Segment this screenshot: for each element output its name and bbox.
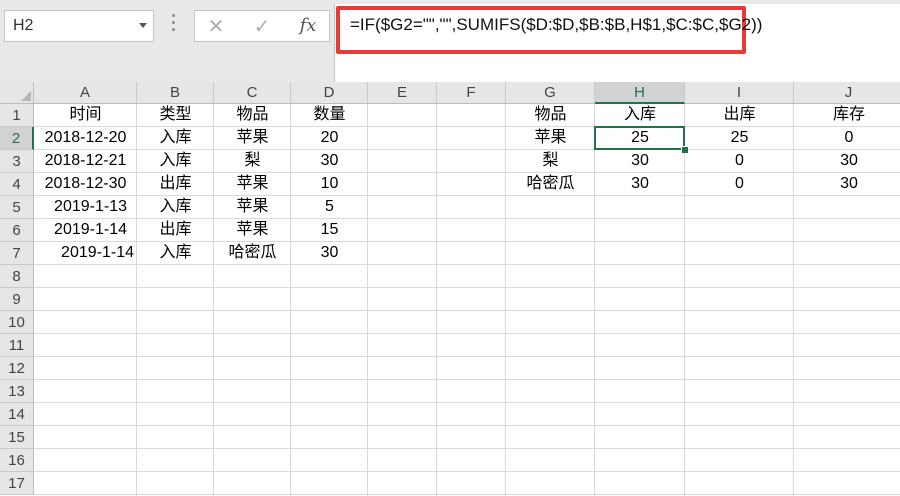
- column-header-i[interactable]: I: [685, 82, 794, 104]
- gridline: [34, 448, 900, 449]
- cell-d7[interactable]: 30: [291, 242, 368, 265]
- cell-c7[interactable]: 哈密瓜: [214, 242, 291, 265]
- name-box-value: H2: [13, 17, 34, 34]
- row-header-5[interactable]: 5: [0, 196, 34, 219]
- name-box[interactable]: H2: [4, 10, 154, 42]
- checkmark-icon[interactable]: ✓: [247, 13, 277, 39]
- cell-j4[interactable]: 30: [794, 173, 900, 196]
- fill-handle[interactable]: [681, 146, 689, 154]
- gridline: [34, 402, 900, 403]
- gridline: [34, 310, 900, 311]
- row-header-14[interactable]: 14: [0, 403, 34, 426]
- cancel-icon[interactable]: ✕: [201, 13, 231, 39]
- cell-g1[interactable]: 物品: [506, 104, 595, 127]
- row-header-10[interactable]: 10: [0, 311, 34, 334]
- gridline: [34, 425, 900, 426]
- cell-a2[interactable]: 2018-12-20: [34, 127, 137, 150]
- row-header-16[interactable]: 16: [0, 449, 34, 472]
- column-header-e[interactable]: E: [368, 82, 437, 104]
- cell-h3[interactable]: 30: [595, 150, 685, 173]
- cell-b6[interactable]: 出库: [137, 219, 214, 242]
- cell-c4[interactable]: 苹果: [214, 173, 291, 196]
- cell-c2[interactable]: 苹果: [214, 127, 291, 150]
- row-header-8[interactable]: 8: [0, 265, 34, 288]
- cell-i3[interactable]: 0: [685, 150, 794, 173]
- gridline: [34, 471, 900, 472]
- cell-c5[interactable]: 苹果: [214, 196, 291, 219]
- cell-g3[interactable]: 梨: [506, 150, 595, 173]
- cell-a4[interactable]: 2018-12-30: [34, 173, 137, 196]
- chevron-down-icon[interactable]: [139, 23, 147, 28]
- cell-j2[interactable]: 0: [794, 127, 900, 150]
- cell-h1[interactable]: 入库: [595, 104, 685, 127]
- row-header-1[interactable]: 1: [0, 104, 34, 127]
- cell-c1[interactable]: 物品: [214, 104, 291, 127]
- selected-cell-outline: [594, 126, 685, 150]
- row-header-4[interactable]: 4: [0, 173, 34, 196]
- cell-b7[interactable]: 入库: [137, 242, 214, 265]
- cell-a1[interactable]: 时间: [34, 104, 137, 127]
- cell-b5[interactable]: 入库: [137, 196, 214, 219]
- column-header-b[interactable]: B: [137, 82, 214, 104]
- row-header-12[interactable]: 12: [0, 357, 34, 380]
- cell-b2[interactable]: 入库: [137, 127, 214, 150]
- row-header-9[interactable]: 9: [0, 288, 34, 311]
- row-header-11[interactable]: 11: [0, 334, 34, 357]
- cell-a6[interactable]: 2019-1-14: [34, 219, 137, 242]
- cell-b1[interactable]: 类型: [137, 104, 214, 127]
- cell-g2[interactable]: 苹果: [506, 127, 595, 150]
- cell-d2[interactable]: 20: [291, 127, 368, 150]
- cell-a5[interactable]: 2019-1-13: [34, 196, 137, 219]
- select-all-icon: [21, 91, 31, 101]
- cell-d5[interactable]: 5: [291, 196, 368, 219]
- gridline: [34, 356, 900, 357]
- cell-a7[interactable]: 2019-1-14: [34, 242, 137, 265]
- cell-b4[interactable]: 出库: [137, 173, 214, 196]
- row-header-15[interactable]: 15: [0, 426, 34, 449]
- column-header-f[interactable]: F: [437, 82, 506, 104]
- gridline: [34, 494, 900, 495]
- cell-a3[interactable]: 2018-12-21: [34, 150, 137, 173]
- column-header-a[interactable]: A: [34, 82, 137, 104]
- column-header-c[interactable]: C: [214, 82, 291, 104]
- gridline: [34, 379, 900, 380]
- column-header-d[interactable]: D: [291, 82, 368, 104]
- column-header-j[interactable]: J: [794, 82, 900, 104]
- row-header-2[interactable]: 2: [0, 127, 34, 150]
- formula-text: =IF($G2="","",SUMIFS($D:$D,$B:$B,H$1,$C:…: [350, 15, 763, 34]
- row-header-7[interactable]: 7: [0, 242, 34, 265]
- column-header-g[interactable]: G: [506, 82, 595, 104]
- row-header-6[interactable]: 6: [0, 219, 34, 242]
- insert-function-button[interactable]: fx: [293, 13, 323, 39]
- formula-buttons: ✕ ✓ fx: [194, 10, 330, 42]
- cell-j3[interactable]: 30: [794, 150, 900, 173]
- formula-toolbar: H2 ✕ ✓ fx =IF($G2="","",SUMIFS($D:$D,$B:…: [0, 0, 900, 86]
- cell-d3[interactable]: 30: [291, 150, 368, 173]
- cell-d6[interactable]: 15: [291, 219, 368, 242]
- cell-h4[interactable]: 30: [595, 173, 685, 196]
- cell-j1[interactable]: 库存: [794, 104, 900, 127]
- row-header-17[interactable]: 17: [0, 472, 34, 495]
- cell-d1[interactable]: 数量: [291, 104, 368, 127]
- row-header-13[interactable]: 13: [0, 380, 34, 403]
- gridline: [34, 287, 900, 288]
- cell-c3[interactable]: 梨: [214, 150, 291, 173]
- cell-c6[interactable]: 苹果: [214, 219, 291, 242]
- cell-b3[interactable]: 入库: [137, 150, 214, 173]
- cell-g4[interactable]: 哈密瓜: [506, 173, 595, 196]
- drag-handle-icon[interactable]: [172, 14, 176, 38]
- spreadsheet-grid[interactable]: A B C D E F G H I J 1 2 3 4 5 6 7 8 9 10 11 12 13 14 15 16 17 时间 类型物…: [0, 82, 900, 496]
- column-header-h[interactable]: H: [595, 82, 685, 104]
- row-header-3[interactable]: 3: [0, 150, 34, 173]
- cell-i2[interactable]: 25: [685, 127, 794, 150]
- cell-i1[interactable]: 出库: [685, 104, 794, 127]
- cell-d4[interactable]: 10: [291, 173, 368, 196]
- select-all-button[interactable]: [0, 82, 34, 104]
- gridline: [34, 333, 900, 334]
- cell-i4[interactable]: 0: [685, 173, 794, 196]
- gridline: [436, 104, 437, 496]
